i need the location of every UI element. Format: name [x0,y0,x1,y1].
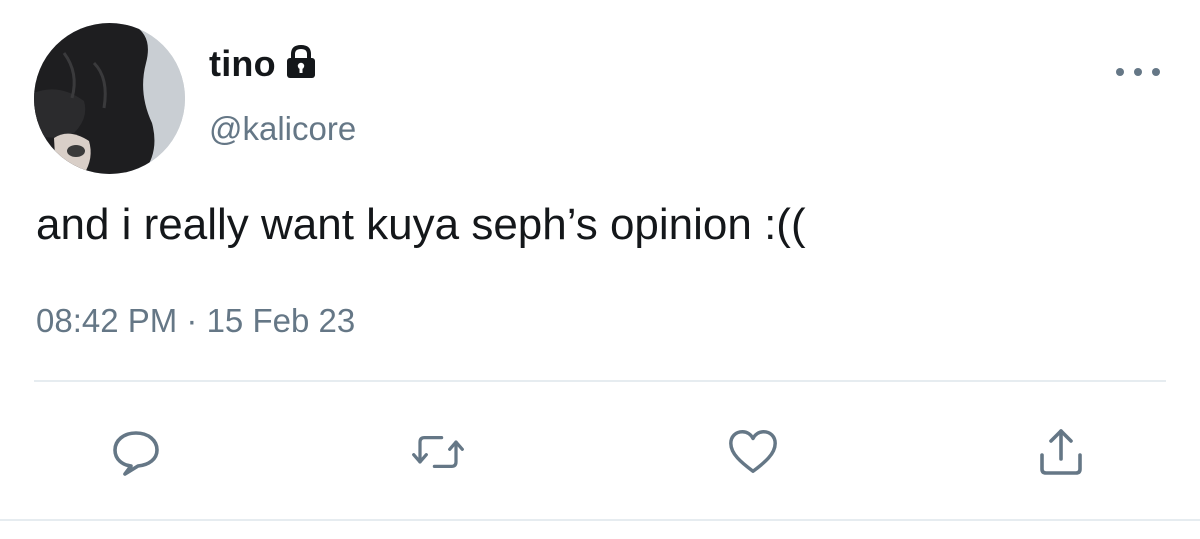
divider [0,519,1200,521]
reply-button[interactable] [109,425,163,479]
tweet-card: tino @kalicore and i really want kuya se… [0,0,1200,539]
tweet-timestamp[interactable]: 08:42 PM · 15 Feb 23 [36,302,355,340]
like-button[interactable] [726,425,780,479]
share-upload-icon [1040,429,1082,475]
avatar-image [34,23,185,174]
retweet-icon [412,435,464,469]
more-options-button[interactable] [1116,60,1160,84]
tweet-text: and i really want kuya seph’s opinion :(… [36,200,806,249]
display-name-row: tino [209,42,318,86]
heart-icon [729,430,777,474]
reply-bubble-icon [113,431,159,476]
retweet-button[interactable] [411,425,465,479]
display-name[interactable]: tino [209,43,276,85]
more-dots-icon [1152,68,1160,76]
more-dots-icon [1134,68,1142,76]
user-handle[interactable]: @kalicore [209,110,356,148]
more-dots-icon [1116,68,1124,76]
avatar[interactable] [34,23,185,174]
divider [34,380,1166,382]
share-button[interactable] [1034,425,1088,479]
lock-icon [284,44,318,80]
